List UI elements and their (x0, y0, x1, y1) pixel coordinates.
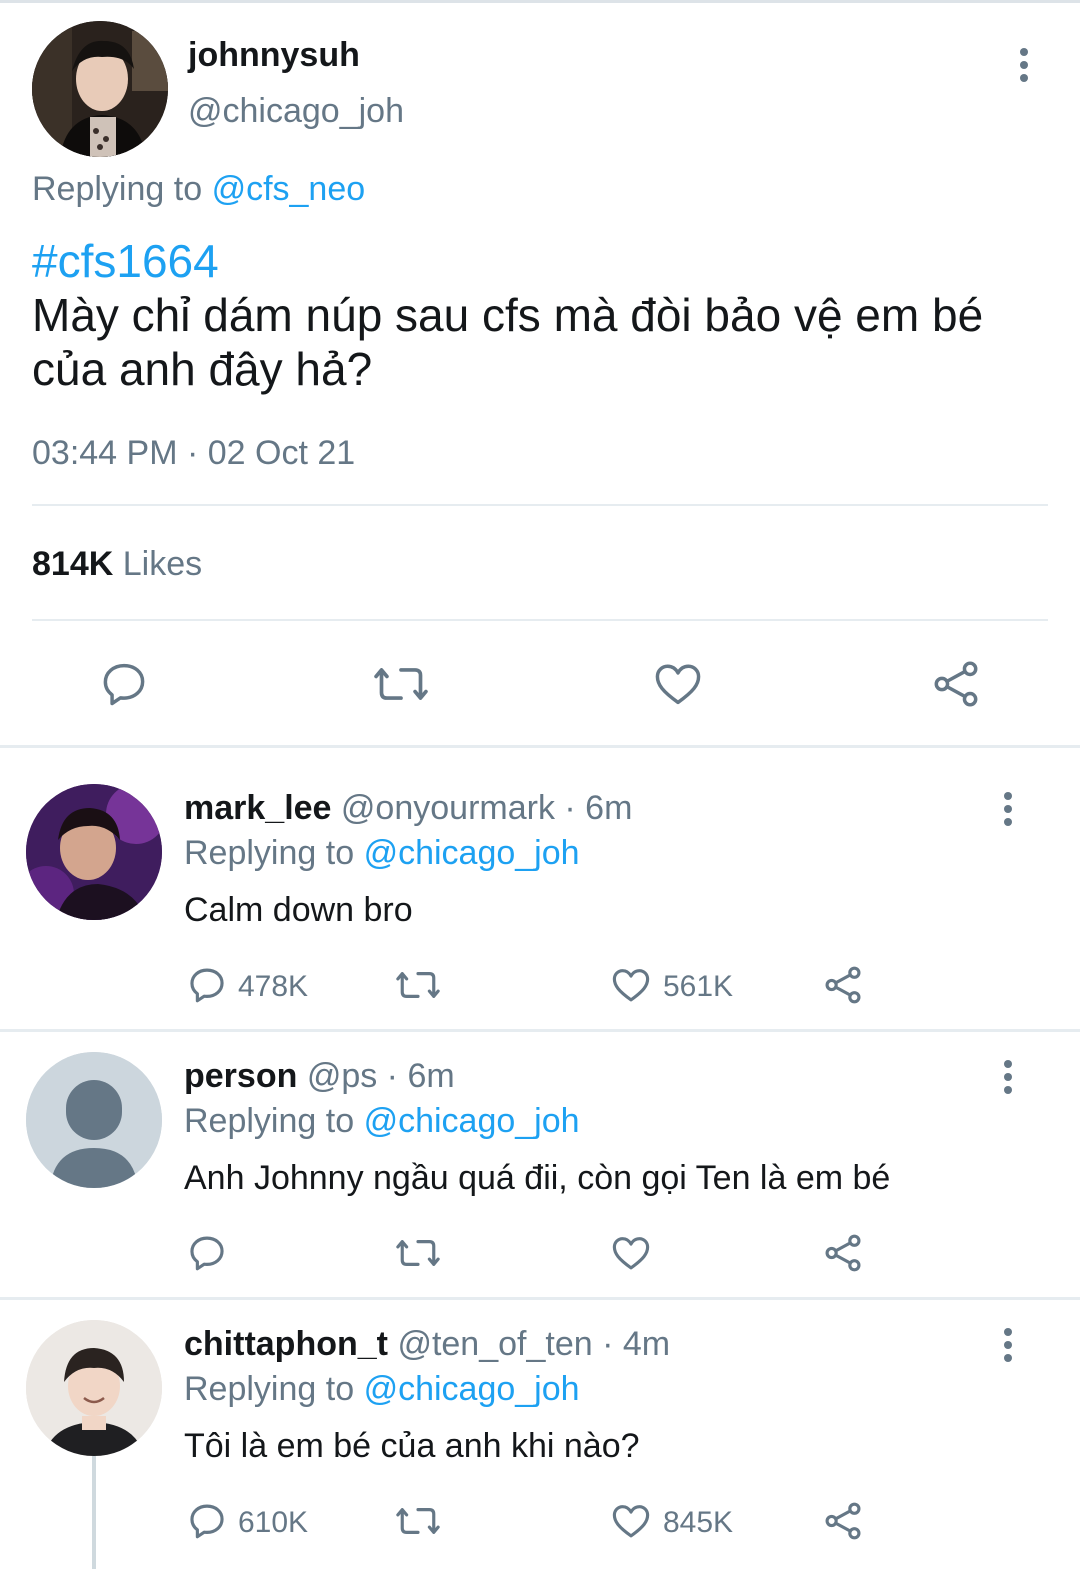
likes-stat[interactable]: 814K Likes (32, 545, 202, 584)
like-icon[interactable] (610, 964, 652, 1006)
reply-avatar[interactable] (26, 1052, 162, 1188)
author-handle[interactable]: @chicago_joh (188, 92, 404, 131)
replying-to-line: Replying to @cfs_neo (32, 170, 365, 209)
reply-display-name[interactable]: chittaphon_t (184, 1325, 388, 1363)
share-icon[interactable] (822, 964, 864, 1006)
reply-text: Anh Johnny ngầu quá đii, còn gọi Ten là … (184, 1159, 891, 1197)
reply-icon[interactable] (186, 1500, 228, 1542)
author-display-name[interactable]: johnnysuh (188, 36, 360, 75)
likes-count: 814K (32, 545, 114, 583)
replying-to-line: Replying to @chicago_joh (184, 1102, 580, 1141)
share-icon[interactable] (930, 658, 982, 710)
replying-to-link[interactable]: @chicago_joh (364, 1370, 580, 1408)
tweet-text: Mày chỉ dám núp sau cfs mà đòi bảo vệ em… (32, 289, 984, 395)
replying-prefix: Replying to (184, 1102, 355, 1140)
reply-avatar[interactable] (26, 1320, 162, 1456)
default-person-avatar (26, 1052, 162, 1188)
kebab-icon[interactable] (1018, 46, 1030, 86)
thread-line (92, 1456, 96, 1569)
photo-avatar (26, 1320, 162, 1456)
author-photo (32, 21, 168, 157)
reply-count: 478K (238, 970, 309, 1003)
reply-header: chittaphon_t @ten_of_ten · 4m (184, 1325, 670, 1364)
divider (32, 504, 1048, 506)
retweet-icon[interactable] (394, 964, 442, 1006)
like-count: 561K (663, 970, 734, 1003)
reply-tweet[interactable]: mark_lee @onyourmark · 6m Replying to @c… (0, 748, 1080, 1029)
share-icon[interactable] (822, 1232, 864, 1274)
replying-to-line: Replying to @chicago_joh (184, 834, 580, 873)
reply-meta: @ps · 6m (306, 1057, 455, 1095)
retweet-icon[interactable] (394, 1232, 442, 1274)
reply-icon[interactable] (186, 1232, 228, 1274)
replying-to-link[interactable]: @cfs_neo (212, 170, 366, 208)
reply-icon[interactable] (186, 964, 228, 1006)
kebab-icon[interactable] (1002, 1326, 1014, 1366)
replying-to-line: Replying to @chicago_joh (184, 1370, 580, 1409)
main-tweet: johnnysuh @chicago_joh Replying to @cfs_… (0, 0, 1080, 747)
photo-avatar (26, 784, 162, 920)
reply-display-name[interactable]: person (184, 1057, 297, 1095)
hashtag-link[interactable]: #cfs1664 (32, 234, 219, 288)
kebab-icon[interactable] (1002, 790, 1014, 830)
like-count: 845K (663, 1506, 734, 1539)
reply-tweet[interactable]: person @ps · 6m Replying to @chicago_joh… (0, 1032, 1080, 1297)
like-icon[interactable] (652, 658, 704, 710)
kebab-icon[interactable] (1002, 1058, 1014, 1098)
tweet-timestamp[interactable]: 03:44 PM · 02 Oct 21 (32, 434, 355, 473)
retweet-icon[interactable] (372, 658, 430, 710)
replying-to-link[interactable]: @chicago_joh (364, 1102, 580, 1140)
divider (32, 619, 1048, 621)
replying-prefix: Replying to (32, 170, 203, 208)
retweet-icon[interactable] (394, 1500, 442, 1542)
reply-text: Calm down bro (184, 891, 413, 929)
author-avatar[interactable] (32, 21, 168, 157)
like-icon[interactable] (610, 1500, 652, 1542)
replying-prefix: Replying to (184, 1370, 355, 1408)
reply-meta: @ten_of_ten · 4m (397, 1325, 671, 1363)
replying-to-link[interactable]: @chicago_joh (364, 834, 580, 872)
reply-meta: @onyourmark · 6m (340, 789, 633, 827)
reply-avatar[interactable] (26, 784, 162, 920)
like-icon[interactable] (610, 1232, 652, 1274)
reply-icon[interactable] (98, 658, 150, 710)
reply-header: person @ps · 6m (184, 1057, 455, 1096)
replying-prefix: Replying to (184, 834, 355, 872)
reply-tweet[interactable]: chittaphon_t @ten_of_ten · 4m Replying t… (0, 1300, 1080, 1569)
reply-header: mark_lee @onyourmark · 6m (184, 789, 632, 828)
reply-text: Tôi là em bé của anh khi nào? (184, 1427, 640, 1465)
likes-label: Likes (122, 545, 203, 583)
reply-display-name[interactable]: mark_lee (184, 789, 331, 827)
share-icon[interactable] (822, 1500, 864, 1542)
reply-count: 610K (238, 1506, 309, 1539)
